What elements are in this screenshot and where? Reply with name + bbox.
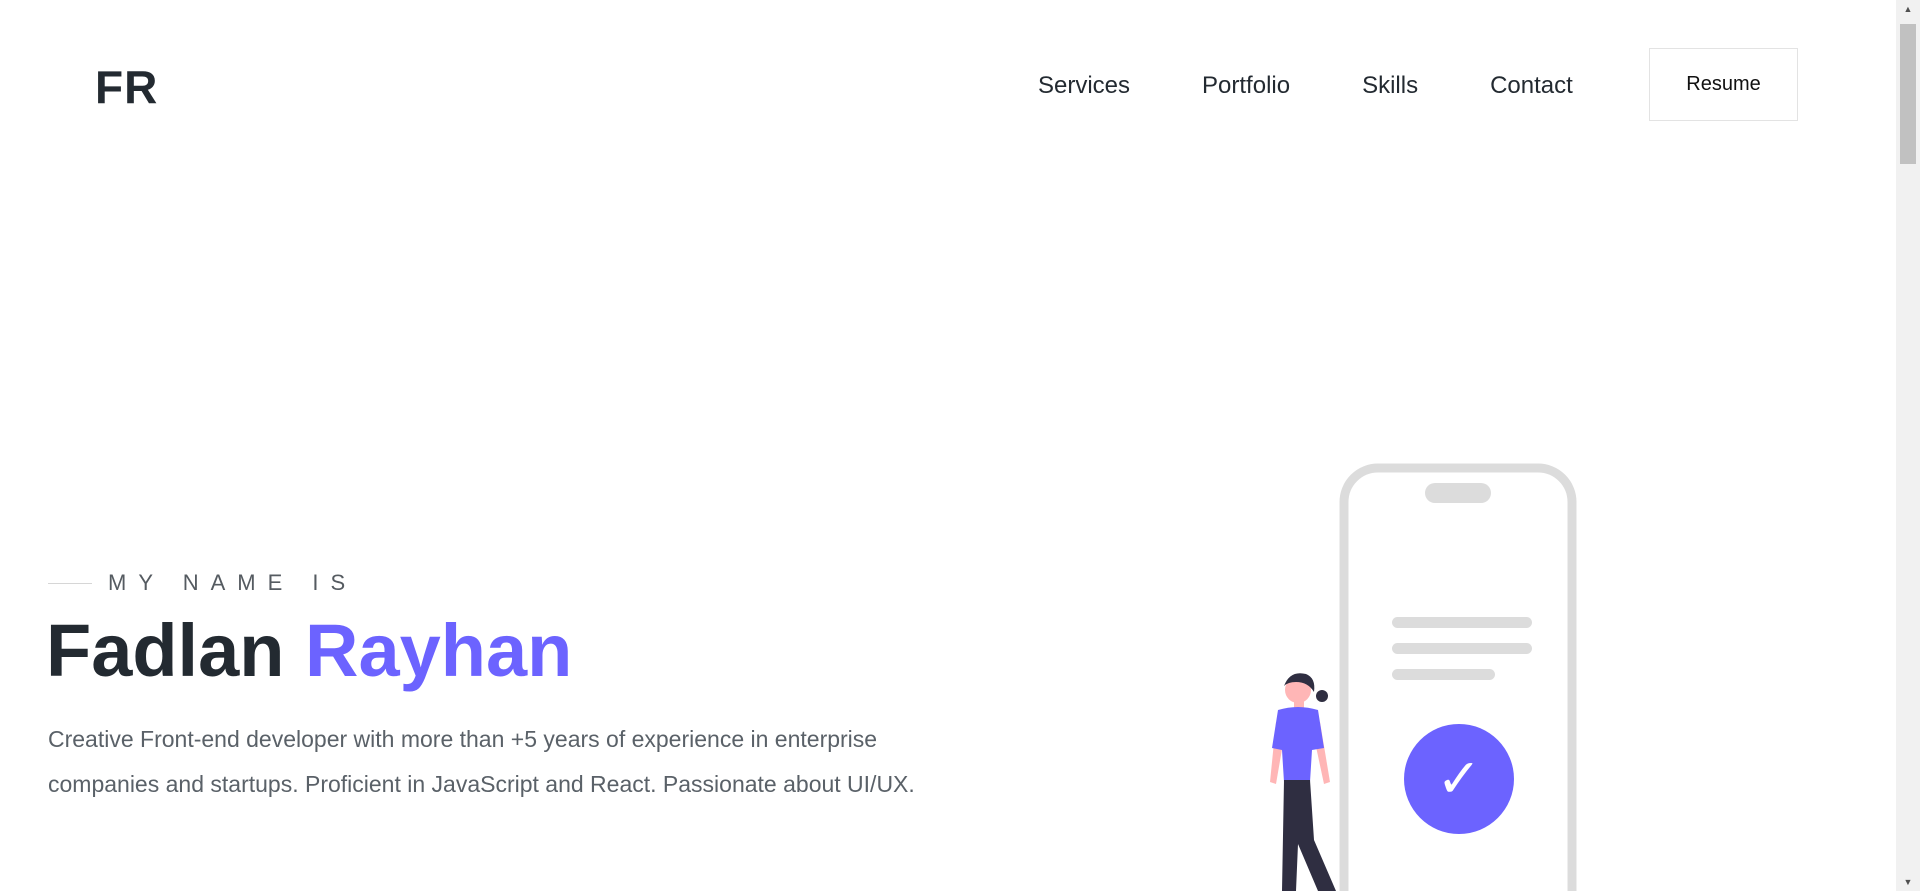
eyebrow-divider	[48, 582, 92, 584]
illustration-svg: ✓	[1270, 463, 1577, 891]
hero-illustration: ✓	[1250, 460, 1590, 891]
page: FR Services Portfolio Skills Contact Res…	[0, 0, 1920, 891]
hero-first-name: Fadlan	[46, 609, 285, 692]
nav-link-skills[interactable]: Skills	[1362, 70, 1418, 102]
hero-name: Fadlan Rayhan	[46, 608, 572, 694]
scroll-down-icon[interactable]: ▼	[1896, 873, 1920, 891]
nav-link-services[interactable]: Services	[1038, 70, 1130, 102]
checkmark-icon: ✓	[1404, 724, 1514, 834]
scroll-thumb[interactable]	[1900, 24, 1916, 164]
check-glyph: ✓	[1436, 747, 1481, 810]
eyebrow-text: MY NAME IS	[108, 570, 358, 595]
page-scrollbar[interactable]: ▲ ▼	[1896, 0, 1920, 891]
nav-link-contact[interactable]: Contact	[1490, 70, 1573, 102]
hero-last-name: Rayhan	[305, 609, 573, 692]
resume-button[interactable]: Resume	[1649, 48, 1798, 121]
hero-description: Creative Front-end developer with more t…	[48, 726, 915, 797]
hero-eyebrow: MY NAME IS	[48, 570, 357, 596]
scroll-up-icon[interactable]: ▲	[1896, 0, 1920, 18]
site-logo[interactable]: FR	[95, 60, 158, 114]
main-nav: Services Portfolio Skills Contact	[1038, 70, 1645, 102]
person-icon	[1270, 673, 1336, 891]
nav-link-portfolio[interactable]: Portfolio	[1202, 70, 1290, 102]
